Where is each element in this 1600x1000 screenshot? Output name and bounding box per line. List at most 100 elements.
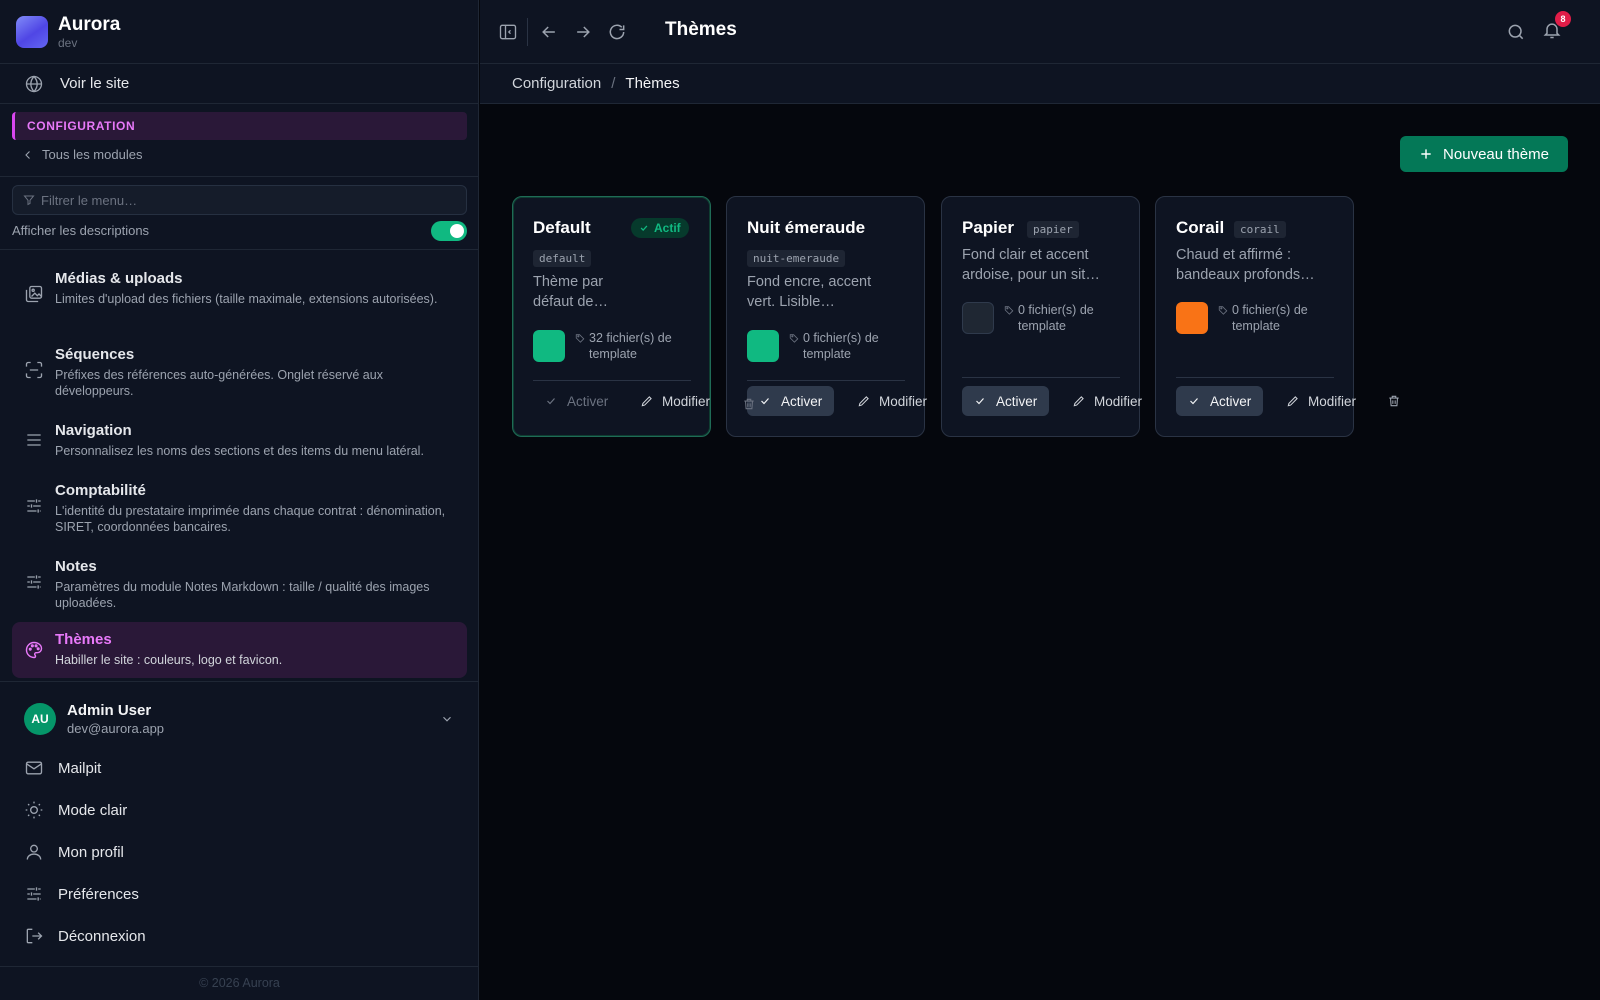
activate-button[interactable]: Activer: [962, 386, 1050, 416]
edit-button[interactable]: Modifier: [857, 386, 927, 416]
theme-card-default: Default Actif default Thème par défaut d…: [512, 196, 711, 437]
app-env: dev: [58, 36, 78, 50]
search-icon[interactable]: [1506, 22, 1526, 42]
chevron-down-icon[interactable]: [440, 712, 454, 726]
pencil-icon: [858, 396, 869, 407]
sidebar-item-desc: Limites d'upload des fichiers (taille ma…: [55, 292, 438, 306]
tag-icon: [575, 334, 585, 343]
refresh-icon[interactable]: [607, 22, 627, 42]
theme-files: 0 fichier(s) de template: [789, 330, 909, 362]
descriptions-toggle[interactable]: [431, 221, 467, 241]
activate-button[interactable]: Activer: [533, 386, 620, 416]
theme-card-papier: Papier papier Fond clair et accent ardoi…: [941, 196, 1142, 437]
menu-lines-icon: [27, 434, 41, 446]
activate-label: Activer: [567, 393, 609, 409]
pencil-icon: [1073, 396, 1084, 407]
theme-files: 32 fichier(s) de template: [575, 330, 695, 362]
preferences-label: Préférences: [58, 885, 139, 903]
theme-files-line: 0 fichier(s) de: [1232, 303, 1308, 317]
tag-icon: [1218, 306, 1228, 315]
breadcrumb-bar: Configuration / Thèmes: [480, 64, 1600, 104]
theme-color-swatch: [747, 330, 779, 362]
arrow-right-icon[interactable]: [573, 22, 593, 42]
theme-files-line: 0 fichier(s) de: [1018, 303, 1094, 317]
theme-files-line: template: [1232, 319, 1280, 333]
theme-desc-line: ardoise, pour un sit…: [962, 267, 1100, 283]
divider: [962, 377, 1120, 378]
notification-badge: 8: [1555, 11, 1571, 27]
sliders-icon: [27, 499, 41, 513]
menu-filter[interactable]: [12, 185, 467, 215]
breadcrumb-current: Thèmes: [625, 75, 680, 92]
all-modules-link[interactable]: Tous les modules: [22, 147, 142, 162]
brand-header[interactable]: Aurora dev: [0, 0, 479, 64]
view-site-link[interactable]: Voir le site: [0, 64, 479, 104]
theme-desc-line: Chaud et affirmé :: [1176, 247, 1291, 263]
sidebar-item-title: Comptabilité: [55, 482, 146, 499]
check-icon: [547, 398, 555, 405]
theme-slug: nuit-emeraude: [747, 250, 846, 267]
trash-icon[interactable]: [1387, 394, 1401, 408]
theme-files-line: template: [1018, 319, 1066, 333]
logout-link[interactable]: Déconnexion: [24, 924, 146, 948]
tag-icon: [789, 334, 799, 343]
breadcrumb-parent[interactable]: Configuration: [512, 75, 601, 92]
theme-files: 0 fichier(s) de template: [1004, 302, 1124, 334]
edit-button[interactable]: Modifier: [1072, 386, 1142, 416]
theme-color-swatch: [1176, 302, 1208, 334]
theme-desc-line: défaut de…: [533, 294, 608, 310]
new-theme-button[interactable]: Nouveau thème: [1400, 136, 1568, 172]
sidebar-item-title: Séquences: [55, 346, 135, 363]
menu-filter-input[interactable]: [41, 192, 441, 208]
sidebar-item-title: Médias & uploads: [55, 270, 183, 287]
logout-icon: [26, 928, 43, 944]
sidebar-item-comptabilite[interactable]: Comptabilité L'identité du prestataire i…: [12, 476, 467, 542]
sidebar-item-navigation[interactable]: Navigation Personnalisez les noms des se…: [12, 416, 467, 466]
palette-icon: [25, 641, 43, 659]
activate-label: Activer: [996, 393, 1038, 409]
sidebar-item-themes[interactable]: Thèmes Habiller le site : couleurs, logo…: [12, 622, 467, 678]
light-mode-toggle[interactable]: Mode clair: [24, 798, 127, 822]
sliders-icon: [27, 575, 41, 589]
theme-name: Nuit émeraude: [747, 218, 866, 237]
plus-icon: [1421, 149, 1431, 159]
edit-button[interactable]: Modifier: [1286, 386, 1356, 416]
theme-desc-line: vert. Lisible…: [747, 294, 835, 310]
edit-button[interactable]: Modifier: [640, 386, 710, 416]
check-icon: [640, 225, 648, 231]
activate-label: Activer: [1210, 393, 1252, 409]
chevron-left-icon: [25, 150, 30, 159]
sidebar-item-desc: Paramètres du module Notes Markdown : ta…: [55, 580, 430, 610]
theme-desc-line: Fond encre, accent: [747, 274, 872, 290]
theme-slug: default: [533, 250, 592, 267]
user-name: Admin User: [67, 702, 152, 719]
sidebar-collapse-icon[interactable]: [498, 22, 518, 42]
sidebar-item-medias[interactable]: Médias & uploads Limites d'upload des fi…: [12, 264, 467, 330]
theme-files-line: template: [589, 347, 637, 361]
app-name: Aurora: [58, 14, 121, 35]
theme-desc: Thème par défaut de…: [533, 272, 693, 312]
avatar[interactable]: AU: [24, 703, 56, 735]
theme-files: 0 fichier(s) de template: [1218, 302, 1338, 334]
activate-button[interactable]: Activer: [747, 386, 835, 416]
divider: [533, 380, 691, 381]
profile-link[interactable]: Mon profil: [24, 840, 124, 864]
divider: [0, 249, 479, 250]
activate-button[interactable]: Activer: [1176, 386, 1264, 416]
theme-files-line: template: [803, 347, 851, 361]
filter-icon: [23, 195, 35, 206]
mailpit-link[interactable]: Mailpit: [24, 756, 101, 780]
sidebar-item-title: Thèmes: [55, 631, 112, 648]
preferences-link[interactable]: Préférences: [24, 882, 139, 906]
app-logo: [16, 16, 48, 48]
divider: [1176, 377, 1334, 378]
trash-icon[interactable]: [742, 397, 756, 411]
edit-label: Modifier: [1094, 393, 1143, 409]
sidebar-item-desc: Habiller le site : couleurs, logo et fav…: [55, 653, 283, 667]
all-modules-label: Tous les modules: [42, 147, 143, 162]
sidebar-item-notes[interactable]: Notes Paramètres du module Notes Markdow…: [12, 552, 467, 618]
divider: [747, 380, 905, 381]
theme-card-corail: Corail corail Chaud et affirmé : bandeau…: [1155, 196, 1356, 437]
sidebar-item-sequences[interactable]: Séquences Préfixes des références auto-g…: [12, 340, 467, 406]
arrow-left-icon[interactable]: [539, 22, 559, 42]
